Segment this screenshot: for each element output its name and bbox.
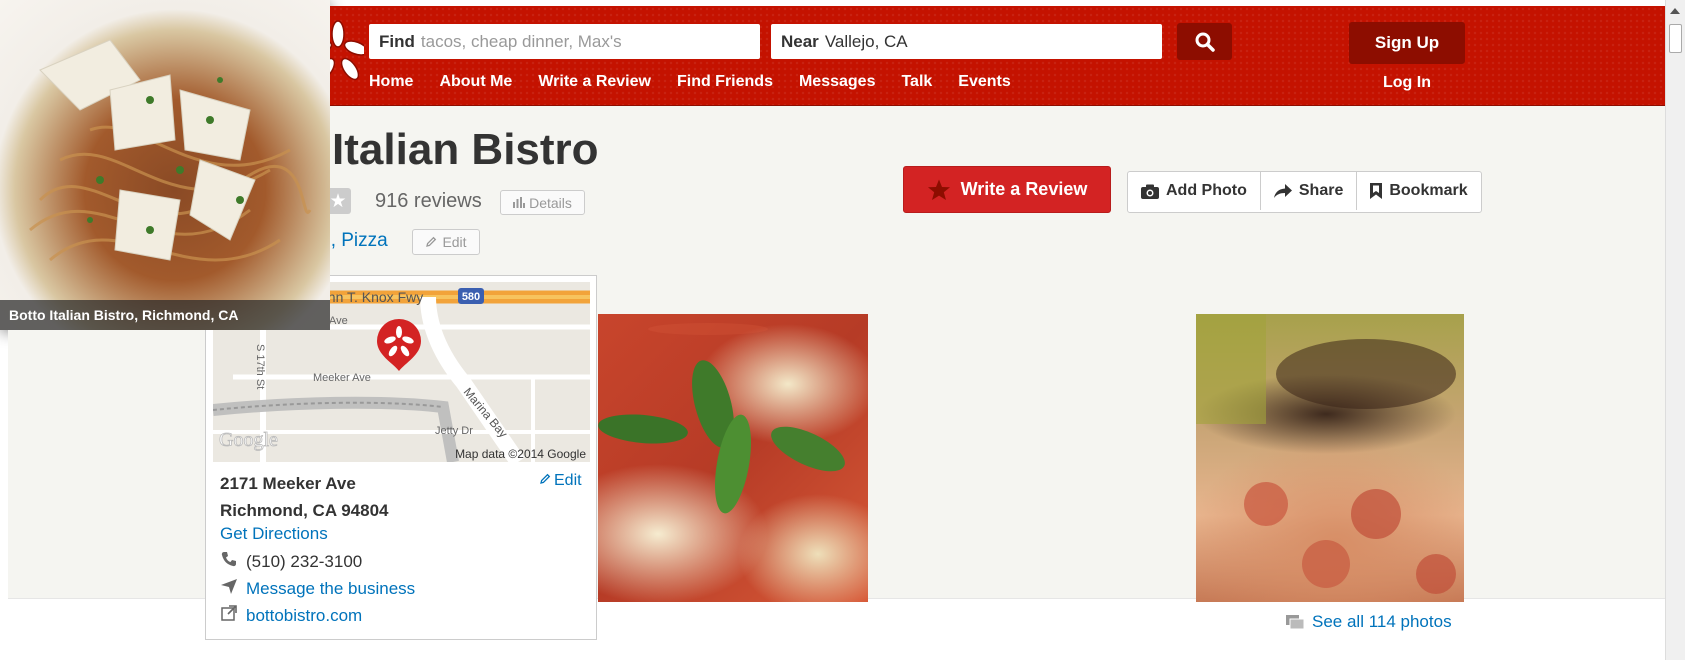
star-icon bbox=[927, 179, 950, 200]
nav-messages[interactable]: Messages bbox=[799, 73, 876, 91]
address-line-1: 2171 Meeker Ave bbox=[220, 474, 356, 493]
see-all-label: See all 114 photos bbox=[1312, 612, 1452, 631]
bookmark-button[interactable]: Bookmark bbox=[1357, 172, 1480, 210]
map-label-jetty: Jetty Dr bbox=[435, 425, 473, 437]
search-near-field[interactable]: Near Vallejo, CA bbox=[771, 24, 1162, 59]
edit-label: Edit bbox=[442, 234, 467, 250]
edit-address-link[interactable]: Edit bbox=[539, 472, 582, 490]
search-button[interactable] bbox=[1177, 23, 1232, 60]
camera-icon bbox=[1141, 184, 1159, 199]
photo-pizza-salami[interactable] bbox=[1196, 314, 1464, 602]
message-business-link[interactable]: Message the business bbox=[246, 579, 415, 598]
bookmark-icon bbox=[1370, 183, 1383, 199]
scroll-thumb[interactable] bbox=[1669, 24, 1682, 53]
business-actions: Add Photo Share Bookmark bbox=[1127, 171, 1482, 213]
near-value: Vallejo, CA bbox=[824, 31, 908, 51]
sign-up-button[interactable]: Sign Up bbox=[1349, 22, 1465, 64]
search-icon bbox=[1195, 32, 1215, 52]
map-label-17th: S 17th St bbox=[254, 344, 266, 389]
share-arrow-icon bbox=[1273, 183, 1292, 198]
map-label-meeker: Meeker Ave bbox=[313, 372, 371, 384]
find-placeholder: tacos, cheap dinner, Max's bbox=[420, 31, 622, 51]
add-photo-button[interactable]: Add Photo bbox=[1128, 172, 1261, 210]
photo-spaghetti-featured[interactable]: Botto Italian Bistro, Richmond, CA bbox=[0, 0, 330, 330]
share-label: Share bbox=[1298, 182, 1344, 199]
bookmark-label: Bookmark bbox=[1389, 182, 1468, 199]
nav-write-review[interactable]: Write a Review bbox=[538, 73, 651, 91]
vertical-scrollbar[interactable] bbox=[1665, 0, 1685, 660]
nav-find-friends[interactable]: Find Friends bbox=[677, 73, 773, 91]
log-in-link[interactable]: Log In bbox=[1349, 74, 1465, 92]
website-row[interactable]: bottobistro.com bbox=[220, 605, 362, 626]
website-link[interactable]: bottobistro.com bbox=[246, 606, 362, 625]
write-review-button[interactable]: Write a Review bbox=[903, 166, 1111, 213]
send-arrow-icon bbox=[221, 579, 237, 594]
map-label-shield: 580 bbox=[462, 291, 480, 303]
nav-home[interactable]: Home bbox=[369, 73, 413, 91]
bar-chart-icon bbox=[513, 197, 526, 208]
spaghetti-illustration bbox=[29, 39, 312, 262]
details-label: Details bbox=[529, 194, 572, 211]
photo-spaghetti-image bbox=[0, 0, 330, 330]
photo-pizza-margherita[interactable] bbox=[598, 314, 868, 602]
scroll-up-arrow-icon[interactable] bbox=[1670, 8, 1680, 14]
near-label: Near bbox=[781, 31, 819, 51]
review-count[interactable]: 916 reviews bbox=[375, 190, 482, 213]
nav-talk[interactable]: Talk bbox=[901, 73, 932, 91]
phone-row: (510) 232-3100 bbox=[220, 551, 362, 572]
add-photo-label: Add Photo bbox=[1166, 182, 1247, 199]
pizza-toppings bbox=[1196, 314, 1456, 594]
page: yelp Find tacos, cheap dinner, Max's Nea… bbox=[0, 0, 1665, 660]
address-line-2: Richmond, CA 94804 bbox=[220, 501, 389, 520]
phone-number: (510) 232-3100 bbox=[246, 552, 363, 571]
external-link-icon bbox=[221, 605, 237, 621]
map-copyright: Map data ©2014 Google bbox=[455, 447, 586, 461]
edit-address-label: Edit bbox=[554, 472, 582, 489]
search-find-field[interactable]: Find tacos, cheap dinner, Max's bbox=[369, 24, 760, 59]
pencil-icon bbox=[540, 473, 551, 484]
nav-events[interactable]: Events bbox=[958, 73, 1010, 91]
see-all-photos-link[interactable]: See all 114 photos bbox=[1286, 612, 1452, 632]
pencil-icon bbox=[426, 236, 437, 247]
message-row[interactable]: Message the business bbox=[220, 578, 415, 599]
nav-about-me[interactable]: About Me bbox=[439, 73, 512, 91]
basil-leaves bbox=[598, 323, 845, 514]
edit-categories-button[interactable]: Edit bbox=[412, 229, 480, 255]
photo-caption: Botto Italian Bistro, Richmond, CA bbox=[0, 300, 330, 330]
write-review-label: Write a Review bbox=[960, 179, 1088, 199]
main-nav: Home About Me Write a Review Find Friend… bbox=[369, 73, 1037, 91]
share-button[interactable]: Share bbox=[1261, 172, 1358, 210]
find-label: Find bbox=[379, 31, 415, 51]
photos-icon bbox=[1286, 615, 1304, 629]
details-button[interactable]: Details bbox=[500, 190, 585, 215]
google-logo: Google bbox=[219, 429, 278, 451]
phone-icon bbox=[221, 552, 236, 567]
get-directions-link[interactable]: Get Directions bbox=[220, 524, 328, 544]
business-address: 2171 Meeker Ave Richmond, CA 94804 bbox=[220, 470, 388, 524]
